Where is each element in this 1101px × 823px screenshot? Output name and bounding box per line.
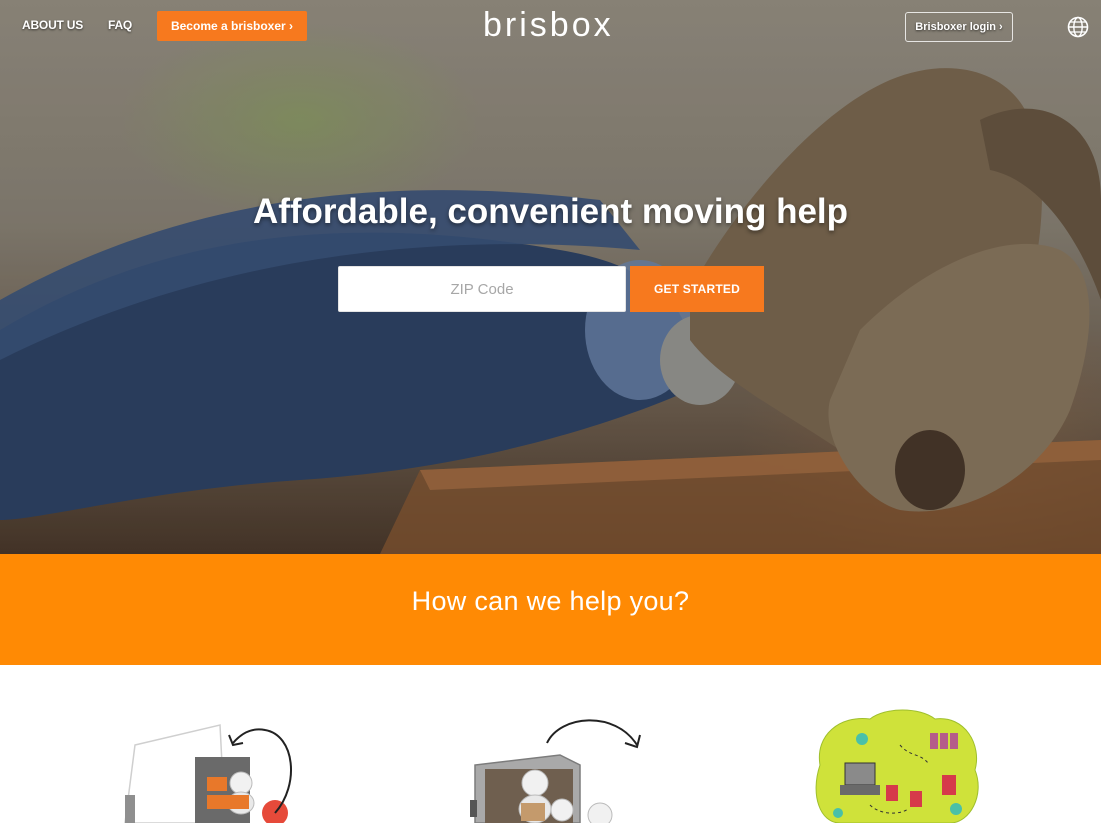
services-section [0,665,1101,823]
help-band: How can we help you? [0,554,1101,665]
globe-icon[interactable] [1067,16,1089,38]
get-started-button[interactable]: GET STARTED [630,266,764,312]
zip-code-input[interactable] [338,266,626,312]
brisbox-logo[interactable]: brisbox [483,6,614,45]
hero-section: ABOUT US FAQ Become a brisboxer › brisbo… [0,0,1101,554]
nav-faq-link[interactable]: FAQ [108,18,132,32]
help-band-title: How can we help you? [411,586,690,616]
nav-about-us-link[interactable]: ABOUT US [22,18,83,32]
become-brisboxer-button[interactable]: Become a brisboxer › [157,11,307,41]
truck-unload-icon[interactable] [115,705,300,823]
storage-unit-icon[interactable] [465,705,650,823]
brisboxer-login-button[interactable]: Brisboxer login › [905,12,1013,42]
furniture-arrange-icon[interactable] [810,705,985,823]
hero-headline: Affordable, convenient moving help [252,192,849,231]
